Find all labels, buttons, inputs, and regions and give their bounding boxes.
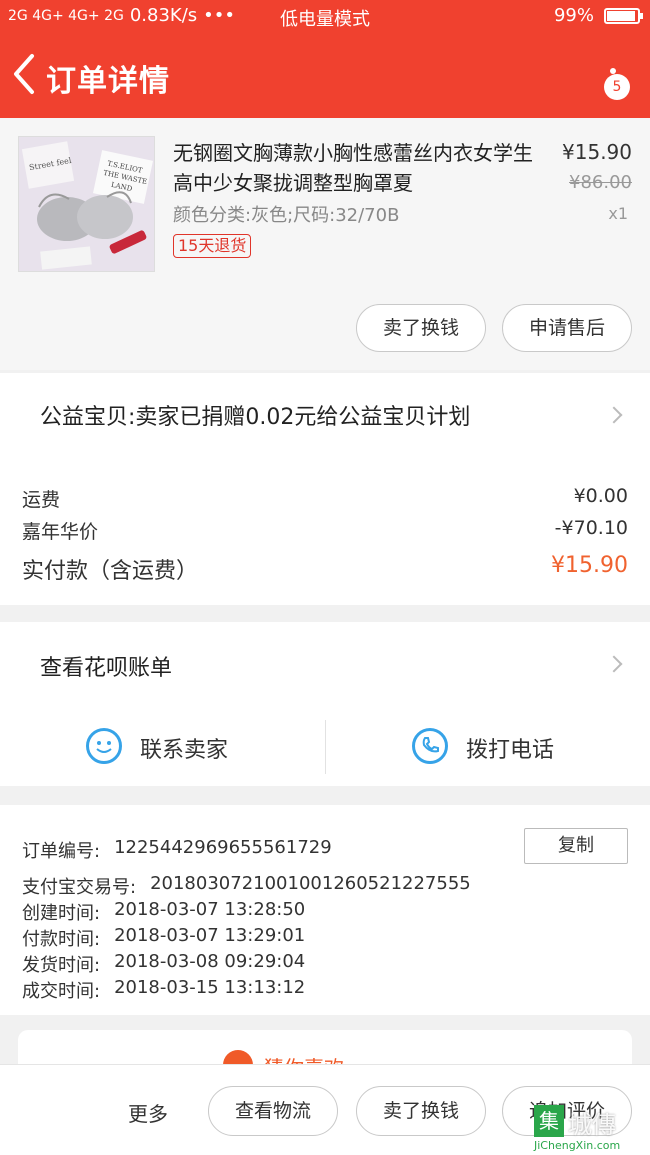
order-number-label: 订单编号: bbox=[22, 841, 101, 862]
sell-for-cash-bottom-button[interactable]: 卖了换钱 bbox=[356, 1086, 486, 1136]
shipped-row: 发货时间: 2018-03-08 09:29:04 bbox=[22, 951, 305, 977]
alipay-number: 2018030721001001260521227555 bbox=[150, 873, 471, 894]
call-phone-label: 拨打电话 bbox=[466, 738, 555, 763]
order-info: 订单编号: 1225442969655561729 复制 支付宝交易号: 201… bbox=[0, 805, 650, 1015]
original-price: ¥86.00 bbox=[569, 172, 632, 193]
total-row: 实付款（含运费） ¥15.90 bbox=[22, 553, 628, 585]
battery-percent: 99% bbox=[553, 5, 594, 26]
completed-row: 成交时间: 2018-03-15 13:13:12 bbox=[22, 977, 305, 1003]
watermark-name: 城傳 bbox=[568, 1111, 616, 1139]
after-sale-button[interactable]: 申请售后 bbox=[502, 304, 632, 352]
shipped-label: 发货时间: bbox=[22, 955, 101, 976]
battery-icon bbox=[604, 7, 643, 24]
status-right: 99% bbox=[553, 5, 643, 26]
completed-time: 2018-03-15 13:13:12 bbox=[114, 977, 306, 998]
charity-row[interactable]: 公益宝贝:卖家已捐赠0.02元给公益宝贝计划 bbox=[0, 373, 650, 457]
chevron-right-icon bbox=[605, 655, 623, 673]
site-watermark: 集 城傳 JiChengXin.com bbox=[534, 1105, 644, 1155]
discount-value: -¥70.10 bbox=[554, 517, 628, 539]
app-header: 订单详情 5 bbox=[0, 32, 650, 118]
shipping-label: 运费 bbox=[22, 489, 61, 511]
product-section: Street feel T.S.ELIOT THE WASTE LAND 无钢圈… bbox=[0, 118, 650, 370]
alipay-row: 支付宝交易号: 2018030721001001260521227555 bbox=[22, 873, 471, 899]
charity-text: 公益宝贝:卖家已捐赠0.02元给公益宝贝计划 bbox=[40, 405, 471, 430]
contact-seller-button[interactable]: 联系卖家 bbox=[0, 706, 325, 786]
phone-icon bbox=[412, 728, 448, 764]
status-bar: 2G 4G+ 4G+ 2G 0.83K/s ••• 低电量模式 99% bbox=[0, 0, 650, 32]
more-button[interactable]: 更多 bbox=[128, 1098, 168, 1127]
shipped-time: 2018-03-08 09:29:04 bbox=[114, 951, 306, 972]
paid-row: 付款时间: 2018-03-07 13:29:01 bbox=[22, 925, 305, 951]
discount-row: 嘉年华价 -¥70.10 bbox=[22, 517, 628, 544]
product-image: Street feel T.S.ELIOT THE WASTE LAND bbox=[19, 137, 154, 271]
order-number: 1225442969655561729 bbox=[114, 837, 332, 858]
huabei-row[interactable]: 查看花呗账单 bbox=[0, 622, 650, 706]
contact-seller-label: 联系卖家 bbox=[140, 738, 229, 763]
shipping-value: ¥0.00 bbox=[573, 485, 628, 507]
product-quantity: x1 bbox=[608, 204, 628, 223]
contact-row: 联系卖家 拨打电话 bbox=[0, 706, 650, 786]
discount-label: 嘉年华价 bbox=[22, 521, 99, 543]
total-label: 实付款（含运费） bbox=[22, 559, 199, 584]
back-arrow-icon[interactable] bbox=[10, 52, 40, 96]
call-phone-button[interactable]: 拨打电话 bbox=[326, 706, 650, 786]
view-logistics-button[interactable]: 查看物流 bbox=[208, 1086, 338, 1136]
total-value: ¥15.90 bbox=[551, 553, 628, 578]
completed-label: 成交时间: bbox=[22, 981, 101, 1002]
watermark-logo-icon: 集 bbox=[534, 1105, 564, 1137]
product-spec: 颜色分类:灰色;尺码:32/70B bbox=[173, 205, 400, 226]
paid-label: 付款时间: bbox=[22, 929, 101, 950]
created-row: 创建时间: 2018-03-07 13:28:50 bbox=[22, 899, 305, 925]
sell-for-cash-button[interactable]: 卖了换钱 bbox=[356, 304, 486, 352]
alipay-label: 支付宝交易号: bbox=[22, 877, 137, 898]
shipping-row: 运费 ¥0.00 bbox=[22, 485, 628, 512]
power-mode: 低电量模式 bbox=[280, 9, 370, 30]
paid-time: 2018-03-07 13:29:01 bbox=[114, 925, 306, 946]
page-title: 订单详情 bbox=[46, 64, 170, 99]
created-label: 创建时间: bbox=[22, 903, 101, 924]
product-price: ¥15.90 bbox=[562, 140, 632, 164]
notification-badge: 5 bbox=[604, 74, 630, 100]
product-name[interactable]: 无钢圈文胸薄款小胸性感蕾丝内衣女学生高中少女聚拢调整型胸罩夏 bbox=[173, 138, 551, 198]
return-policy-tag: 15天退货 bbox=[173, 234, 252, 258]
order-number-row: 订单编号: 1225442969655561729 bbox=[22, 837, 332, 863]
product-thumbnail[interactable]: Street feel T.S.ELIOT THE WASTE LAND bbox=[18, 136, 155, 272]
copy-button[interactable]: 复制 bbox=[524, 828, 628, 864]
created-time: 2018-03-07 13:28:50 bbox=[114, 899, 306, 920]
chevron-right-icon bbox=[605, 406, 623, 424]
chat-smile-icon bbox=[86, 728, 122, 764]
watermark-url: JiChengXin.com bbox=[534, 1139, 621, 1152]
fee-summary: 运费 ¥0.00 嘉年华价 -¥70.10 实付款（含运费） ¥15.90 bbox=[0, 457, 650, 605]
huabei-text: 查看花呗账单 bbox=[40, 656, 173, 681]
